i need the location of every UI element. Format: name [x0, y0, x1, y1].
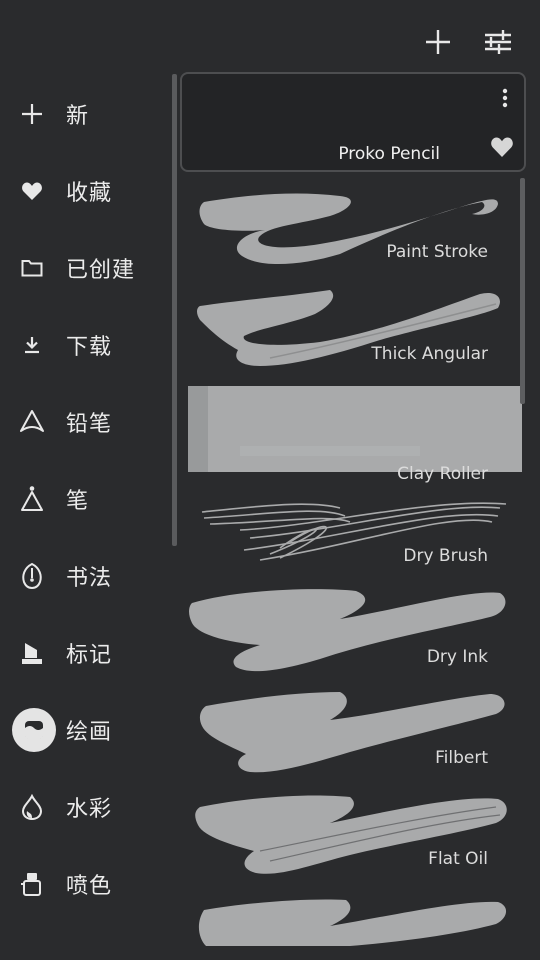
category-label: 绘画 [66, 720, 113, 745]
category-label: 喷色 [66, 874, 113, 899]
sliders-icon [485, 30, 511, 54]
category-markers[interactable]: 标记 [0, 623, 172, 683]
brush-item[interactable] [180, 882, 526, 960]
calligraphy-nib-icon [16, 560, 48, 592]
top-toolbar [0, 0, 540, 72]
category-created[interactable]: 已创建 [0, 238, 172, 298]
brush-list-scrollbar[interactable] [520, 178, 525, 404]
brush-item[interactable]: Filbert [180, 680, 526, 778]
sidebar-scrollbar[interactable] [172, 74, 177, 546]
category-painting[interactable]: 绘画 [0, 700, 172, 760]
category-label: 水彩 [66, 797, 113, 822]
brush-item-selected[interactable]: Proko Pencil [180, 72, 526, 172]
category-label: 已创建 [66, 258, 136, 283]
brush-settings-button[interactable] [480, 24, 516, 60]
brush-name: Dry Brush [403, 546, 488, 566]
category-label: 收藏 [66, 181, 113, 206]
category-pencils[interactable]: 铅笔 [0, 392, 172, 452]
brush-item[interactable]: Dry Ink [180, 579, 526, 677]
pen-nib-icon [16, 483, 48, 515]
brush-item[interactable]: Thick Angular [180, 276, 526, 374]
brush-item[interactable]: Flat Oil [180, 781, 526, 879]
spray-can-icon [16, 868, 48, 900]
more-options-icon[interactable] [502, 88, 508, 108]
paint-pot-icon [12, 708, 56, 752]
category-label: 铅笔 [66, 412, 113, 437]
download-icon [16, 329, 48, 361]
category-pens[interactable]: 笔 [0, 469, 172, 529]
pencil-tip-icon [16, 406, 48, 438]
brush-name: Proko Pencil [338, 144, 440, 164]
brush-item[interactable]: Paint Stroke [180, 174, 526, 272]
category-calligraphy[interactable]: 书法 [0, 546, 172, 606]
favorite-heart-icon[interactable] [490, 136, 514, 158]
category-watercolor[interactable]: 水彩 [0, 777, 172, 837]
brush-name: Dry Ink [426, 647, 488, 667]
brush-item[interactable]: Clay Roller [180, 386, 526, 484]
brush-name: Thick Angular [371, 344, 488, 364]
category-new[interactable]: 新 [0, 84, 172, 144]
water-drop-icon [16, 791, 48, 823]
plus-icon [16, 98, 48, 130]
category-label: 笔 [66, 489, 90, 514]
category-label: 下载 [66, 335, 113, 360]
category-favorites[interactable]: 收藏 [0, 161, 172, 221]
brush-name: Flat Oil [428, 849, 488, 869]
plus-icon [426, 30, 450, 54]
category-label: 书法 [66, 566, 113, 591]
category-label: 新 [66, 104, 90, 129]
brush-name: Paint Stroke [386, 242, 488, 262]
marker-icon [16, 637, 48, 669]
brush-list: Proko Pencil Paint Stroke Thick Angular … [180, 72, 532, 960]
category-sidebar: 新 收藏 已创建 下载 铅笔 笔 书法 标记 绘画 水彩 喷色 [0, 72, 172, 960]
category-downloads[interactable]: 下载 [0, 315, 172, 375]
heart-icon [16, 175, 48, 207]
category-label: 标记 [66, 643, 113, 668]
folder-icon [16, 252, 48, 284]
add-brush-button[interactable] [420, 24, 456, 60]
brush-name: Filbert [435, 748, 488, 768]
brush-preview [198, 899, 507, 946]
brush-item[interactable]: Dry Brush [180, 478, 526, 576]
category-airbrush[interactable]: 喷色 [0, 854, 172, 914]
